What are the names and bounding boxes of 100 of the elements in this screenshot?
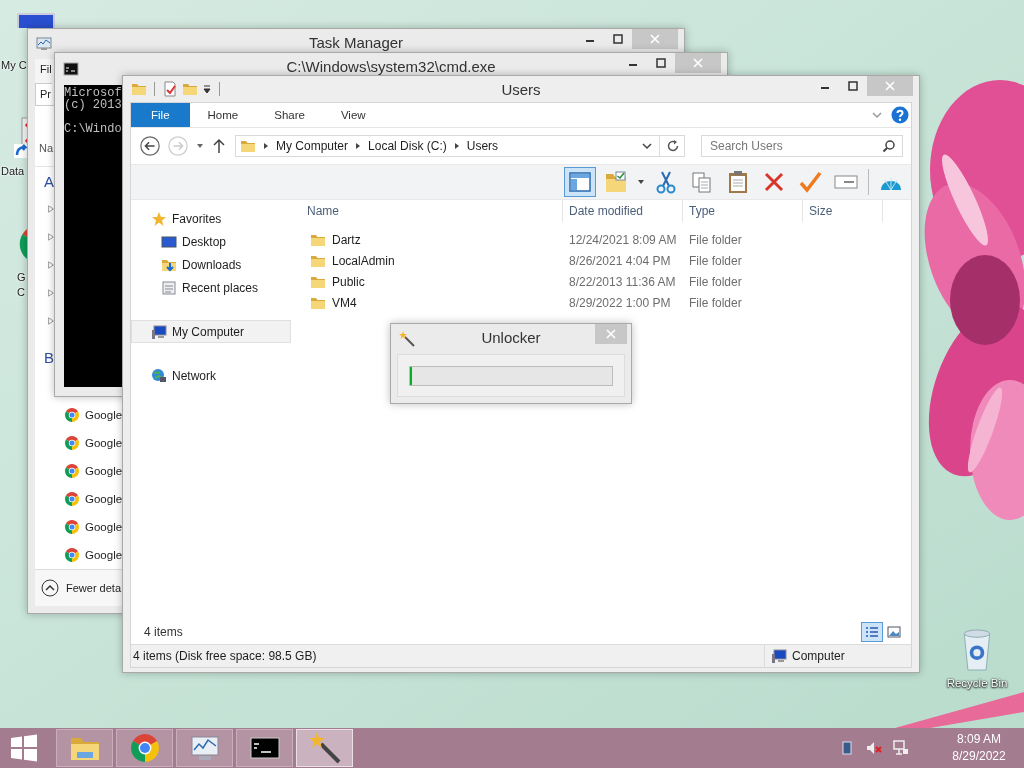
tab[interactable]: Pr bbox=[35, 83, 52, 105]
file-name[interactable]: Public bbox=[332, 274, 365, 289]
view-button[interactable] bbox=[861, 622, 883, 642]
column-header[interactable]: Na bbox=[39, 142, 54, 154]
nav-item[interactable]: Favorites bbox=[131, 207, 291, 230]
process-name[interactable]: Google bbox=[85, 409, 123, 421]
nav-item[interactable]: Downloads bbox=[131, 253, 291, 276]
breadcrumb[interactable]: Users bbox=[466, 139, 499, 153]
console-line: (c) 2013 bbox=[64, 99, 122, 111]
refresh-icon[interactable] bbox=[666, 139, 680, 153]
taskbar-button[interactable] bbox=[296, 729, 353, 767]
clock-date[interactable]: 8/29/2022 bbox=[952, 748, 1006, 765]
date-cell: 8/29/2022 1:00 PM bbox=[569, 295, 671, 310]
properties-icon[interactable] bbox=[162, 81, 178, 97]
scissors-icon bbox=[654, 170, 678, 194]
nav-item[interactable]: Recent places bbox=[131, 276, 291, 299]
type-cell: File folder bbox=[689, 232, 742, 247]
maximize-icon bbox=[656, 58, 666, 68]
network-icon[interactable] bbox=[893, 740, 909, 756]
help-icon[interactable] bbox=[891, 106, 909, 124]
menu-item[interactable]: Fil bbox=[40, 63, 52, 75]
expand-arrow-icon[interactable] bbox=[47, 288, 55, 298]
breadcrumb-arrow-icon bbox=[262, 142, 270, 150]
breadcrumb[interactable]: My Computer bbox=[276, 139, 349, 153]
file-name[interactable]: LocalAdmin bbox=[332, 253, 395, 268]
chevron-up-icon[interactable] bbox=[41, 579, 59, 597]
up-arrow-icon[interactable] bbox=[211, 138, 227, 154]
fewer-details-link[interactable]: Fewer deta bbox=[66, 582, 122, 594]
nav-item[interactable]: Network bbox=[131, 364, 291, 387]
column-header[interactable]: Size bbox=[803, 200, 883, 222]
pane-icon bbox=[568, 170, 592, 194]
back-icon[interactable] bbox=[139, 135, 161, 157]
window-title: Unlocker bbox=[481, 329, 541, 346]
folder-icon[interactable] bbox=[131, 81, 147, 97]
speaker-icon[interactable] bbox=[866, 740, 882, 756]
breadcrumb[interactable]: Local Disk (C:) bbox=[368, 139, 447, 153]
clipboard-icon bbox=[726, 170, 750, 194]
address-bar[interactable]: My Computer Local Disk (C:) Users bbox=[235, 135, 685, 157]
ribbon-tab[interactable]: Home bbox=[189, 103, 257, 127]
date-cell: 8/22/2013 11:36 AM bbox=[569, 274, 676, 289]
column-header[interactable]: Type bbox=[683, 200, 803, 222]
console-line: C:\Windo bbox=[64, 123, 122, 135]
icon-label: G C bbox=[16, 270, 26, 300]
checkmark-icon bbox=[798, 170, 822, 194]
star-icon bbox=[151, 210, 167, 227]
type-cell: File folder bbox=[689, 253, 742, 268]
clock-time[interactable]: 8:09 AM bbox=[957, 731, 1001, 748]
column-header[interactable]: Name bbox=[301, 200, 563, 222]
status-location: Computer bbox=[792, 649, 845, 663]
group-header: A bbox=[44, 172, 54, 190]
browser-icon bbox=[64, 491, 80, 507]
dropdown-icon[interactable] bbox=[202, 84, 212, 94]
icon-label: Data bbox=[0, 164, 25, 179]
date-cell: 8/26/2021 4:04 PM bbox=[569, 253, 671, 268]
maximize-icon bbox=[848, 81, 858, 91]
icon-label: My C bbox=[0, 58, 27, 73]
process-name[interactable]: Google bbox=[85, 549, 123, 561]
browser-icon bbox=[64, 407, 80, 423]
search-icon bbox=[882, 139, 896, 153]
chevron-down-icon[interactable] bbox=[641, 140, 653, 152]
nav-item[interactable]: My Computer bbox=[131, 320, 291, 343]
monitor-icon bbox=[161, 233, 177, 250]
expand-arrow-icon[interactable] bbox=[47, 204, 55, 214]
browser-icon bbox=[64, 435, 80, 451]
expand-arrow-icon[interactable] bbox=[47, 316, 55, 326]
process-name[interactable]: Google bbox=[85, 437, 123, 449]
browser-icon bbox=[64, 519, 80, 535]
browser-icon bbox=[64, 463, 80, 479]
wand-icon bbox=[308, 732, 341, 764]
computer-icon[interactable] bbox=[14, 10, 58, 28]
process-name[interactable]: Google bbox=[85, 493, 123, 505]
ribbon-tab[interactable]: Share bbox=[256, 103, 323, 127]
type-cell: File folder bbox=[689, 295, 742, 310]
maximize-icon bbox=[613, 34, 623, 44]
group-header: B bbox=[44, 348, 54, 366]
browser-icon bbox=[64, 547, 80, 563]
ribbon-tab[interactable]: File bbox=[131, 103, 190, 127]
type-cell: File folder bbox=[689, 274, 742, 289]
windows-logo-icon[interactable] bbox=[10, 734, 38, 762]
process-name[interactable]: Google bbox=[85, 521, 123, 533]
window-title: Users bbox=[501, 81, 541, 98]
computer-icon bbox=[151, 323, 167, 340]
file-name[interactable]: VM4 bbox=[332, 295, 357, 310]
document-icon bbox=[161, 279, 177, 296]
nav-item[interactable]: Desktop bbox=[131, 230, 291, 253]
toolbar-button[interactable] bbox=[564, 167, 596, 197]
breadcrumb-arrow-icon bbox=[452, 142, 461, 150]
search-field[interactable]: Search Users bbox=[701, 135, 903, 157]
computer-icon bbox=[771, 648, 787, 664]
folder-icon bbox=[240, 138, 256, 154]
expand-arrow-icon[interactable] bbox=[47, 260, 55, 270]
taskbar-button[interactable] bbox=[236, 729, 293, 767]
column-header[interactable]: Date modified bbox=[563, 200, 683, 222]
network-icon bbox=[151, 367, 167, 384]
window-title: Task Manager bbox=[308, 34, 404, 51]
ribbon-tab[interactable]: View bbox=[322, 103, 384, 127]
process-name[interactable]: Google bbox=[85, 465, 123, 477]
file-name[interactable]: Dartz bbox=[332, 232, 361, 247]
expand-arrow-icon[interactable] bbox=[47, 232, 55, 242]
copy-icon bbox=[690, 170, 714, 194]
